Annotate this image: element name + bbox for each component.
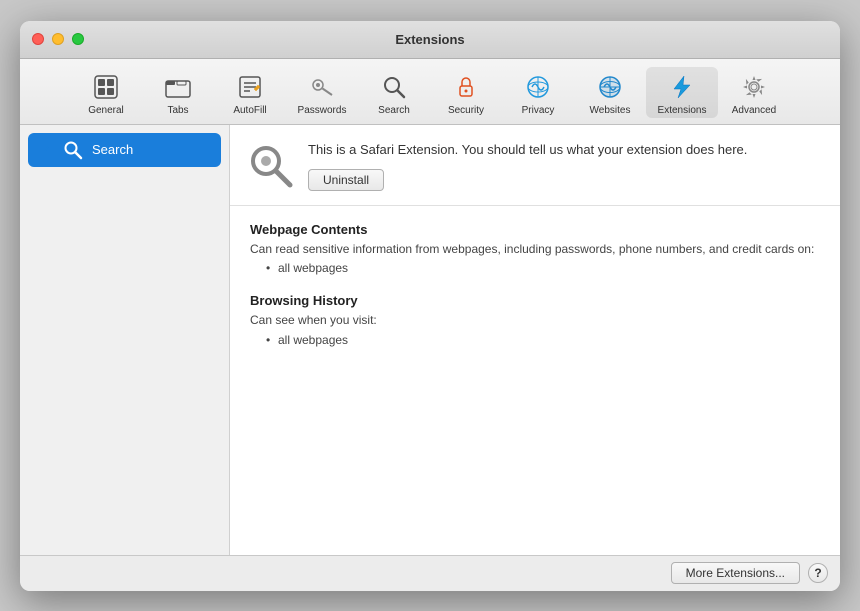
permissions-section: Webpage Contents Can read sensitive info… <box>230 206 840 555</box>
toolbar-extensions[interactable]: Extensions <box>646 67 718 118</box>
toolbar-privacy[interactable]: Privacy <box>502 67 574 118</box>
maximize-button[interactable] <box>72 33 84 45</box>
toolbar-autofill[interactable]: AutoFill <box>214 67 286 118</box>
privacy-label: Privacy <box>522 105 555 116</box>
general-label: General <box>88 105 124 116</box>
webpage-contents-title: Webpage Contents <box>250 222 820 237</box>
webpage-contents-group: Webpage Contents Can read sensitive info… <box>250 222 820 276</box>
toolbar-passwords[interactable]: Passwords <box>286 67 358 118</box>
checkmark-icon: ✓ <box>41 143 51 157</box>
tabs-label: Tabs <box>167 105 188 116</box>
browsing-history-group: Browsing History Can see when you visit:… <box>250 293 820 347</box>
sidebar-extension-icon <box>62 139 84 161</box>
uninstall-button[interactable]: Uninstall <box>308 169 384 191</box>
advanced-label: Advanced <box>732 105 776 116</box>
sidebar-item-search[interactable]: ✓ Search <box>28 133 221 167</box>
extension-main-icon <box>246 141 294 189</box>
websites-icon <box>594 71 626 103</box>
extension-enabled-checkbox[interactable]: ✓ <box>38 142 54 158</box>
security-icon <box>450 71 482 103</box>
toolbar-items: General Tabs <box>70 67 790 118</box>
general-icon <box>90 71 122 103</box>
extension-header: This is a Safari Extension. You should t… <box>230 125 840 206</box>
tabs-icon <box>162 71 194 103</box>
close-button[interactable] <box>32 33 44 45</box>
main-content: ✓ Search MALWARETIPS <box>20 125 840 555</box>
toolbar-general[interactable]: General <box>70 67 142 118</box>
footer: More Extensions... ? <box>20 555 840 591</box>
passwords-icon <box>306 71 338 103</box>
toolbar-security[interactable]: Security <box>430 67 502 118</box>
security-label: Security <box>448 105 484 116</box>
safari-preferences-window: Extensions General <box>20 21 840 591</box>
browsing-history-list: all webpages <box>250 333 820 347</box>
toolbar-advanced[interactable]: Advanced <box>718 67 790 118</box>
toolbar-websites[interactable]: Websites <box>574 67 646 118</box>
advanced-icon <box>738 71 770 103</box>
right-panel: MALWARETIPS This is a Safari Extension. … <box>230 125 840 555</box>
window-title: Extensions <box>395 32 464 47</box>
window-controls <box>32 33 84 45</box>
extensions-label: Extensions <box>658 105 707 116</box>
privacy-icon <box>522 71 554 103</box>
webpage-contents-list: all webpages <box>250 261 820 275</box>
toolbar-tabs[interactable]: Tabs <box>142 67 214 118</box>
autofill-label: AutoFill <box>233 105 266 116</box>
sidebar: ✓ Search <box>20 125 230 555</box>
sidebar-item-label: Search <box>92 142 133 157</box>
help-button[interactable]: ? <box>808 563 828 583</box>
extension-description: This is a Safari Extension. You should t… <box>308 141 820 159</box>
browsing-history-desc: Can see when you visit: <box>250 312 820 329</box>
minimize-button[interactable] <box>52 33 64 45</box>
extensions-icon <box>666 71 698 103</box>
autofill-icon <box>234 71 266 103</box>
toolbar: General Tabs <box>20 59 840 125</box>
list-item: all webpages <box>266 333 820 347</box>
browsing-history-title: Browsing History <box>250 293 820 308</box>
websites-label: Websites <box>590 105 631 116</box>
search-toolbar-icon <box>378 71 410 103</box>
more-extensions-button[interactable]: More Extensions... <box>671 562 800 584</box>
passwords-label: Passwords <box>298 105 347 116</box>
titlebar: Extensions <box>20 21 840 59</box>
list-item: all webpages <box>266 261 820 275</box>
webpage-contents-desc: Can read sensitive information from webp… <box>250 241 820 258</box>
toolbar-search[interactable]: Search <box>358 67 430 118</box>
extension-info: This is a Safari Extension. You should t… <box>308 141 820 191</box>
search-label: Search <box>378 105 410 116</box>
